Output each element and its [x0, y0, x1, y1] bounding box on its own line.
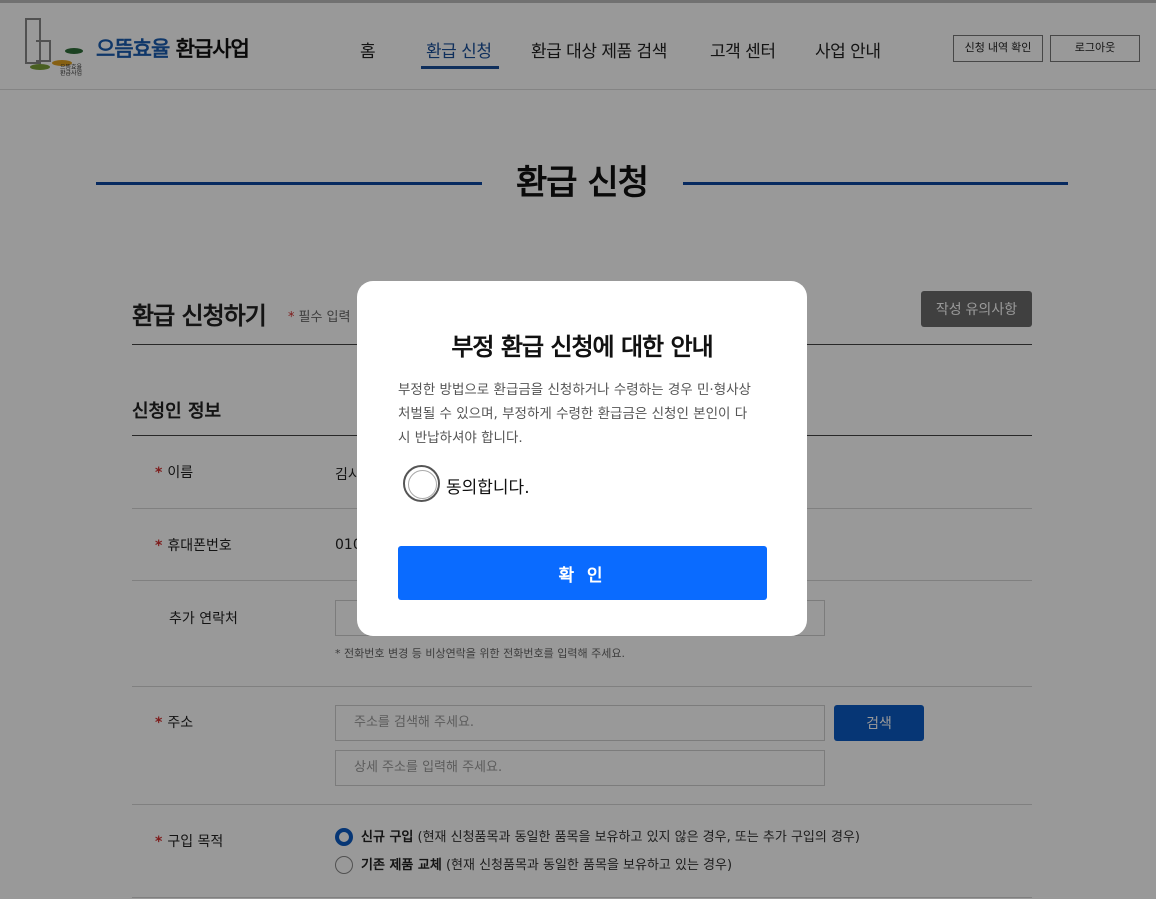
- fraud-notice-modal: 부정 환급 신청에 대한 안내 부정한 방법으로 환급금을 신청하거나 수령하는…: [357, 281, 807, 636]
- modal-title: 부정 환급 신청에 대한 안내: [451, 333, 713, 361]
- agree-radio-icon[interactable]: [403, 465, 440, 502]
- confirm-button[interactable]: 확 인: [398, 546, 767, 600]
- modal-body: 부정한 방법으로 환급금을 신청하거나 수령하는 경우 민·형사상 처벌될 수 …: [398, 382, 751, 446]
- agree-label[interactable]: 동의합니다.: [446, 473, 530, 498]
